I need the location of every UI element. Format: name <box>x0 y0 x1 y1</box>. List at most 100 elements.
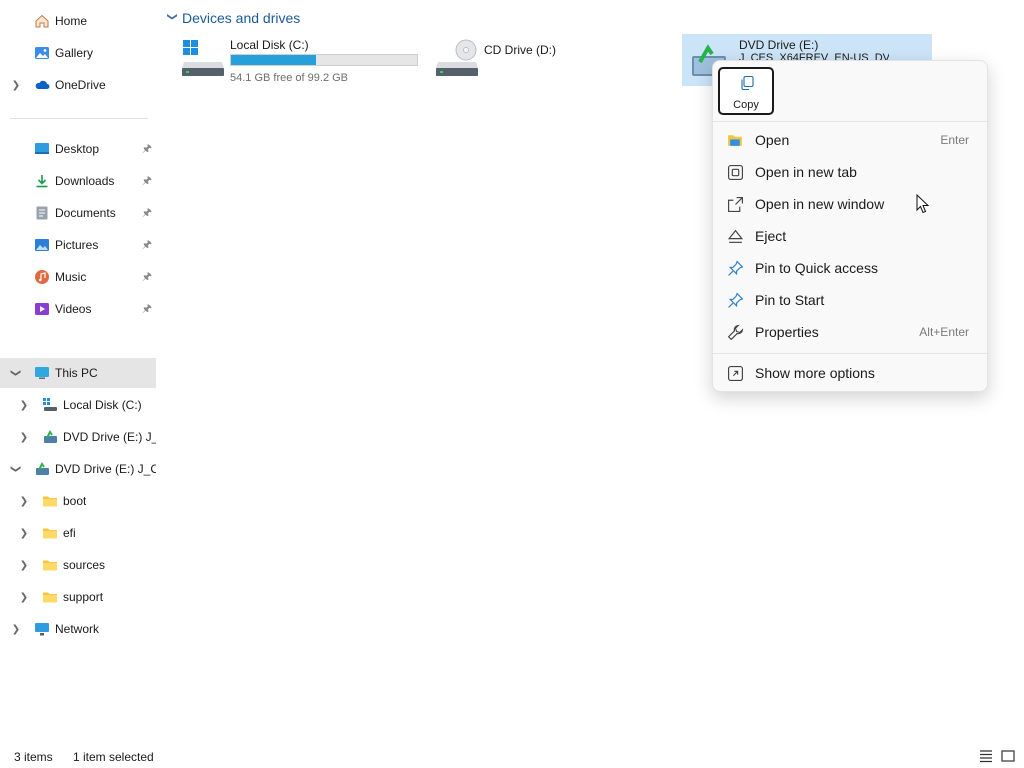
chevron-right-icon[interactable]: ❯ <box>11 624 21 635</box>
chevron-right-icon[interactable]: ❯ <box>19 592 29 603</box>
pin-icon <box>728 260 744 276</box>
wrench-icon <box>727 324 744 341</box>
menu-item-open-new-tab[interactable]: Open in new tab <box>717 157 983 187</box>
nav-folder-sources[interactable]: ❯ sources <box>0 550 156 580</box>
menu-item-shortcut: Alt+Enter <box>919 325 969 339</box>
desktop-icon <box>35 143 49 154</box>
nav-pictures-label: Pictures <box>55 238 99 252</box>
menu-item-label: Open in new window <box>755 196 885 212</box>
menu-item-label: Show more options <box>755 365 875 381</box>
nav-folder-support[interactable]: ❯ support <box>0 582 156 612</box>
pin-icon[interactable]: 🖈 <box>141 143 153 155</box>
pin-icon[interactable]: 🖈 <box>141 175 153 187</box>
nav-this-pc[interactable]: ❯ This PC <box>0 358 156 388</box>
section-title: Devices and drives <box>182 10 301 26</box>
menu-item-shortcut: Enter <box>940 133 969 147</box>
chevron-down-icon[interactable]: ❯ <box>11 464 22 474</box>
nav-folder-label: boot <box>63 494 87 508</box>
chevron-right-icon[interactable]: ❯ <box>19 432 29 443</box>
nav-dvd-drive-child[interactable]: ❯ DVD Drive (E:) J_C <box>0 422 156 452</box>
nav-dvd-drive-root-label: DVD Drive (E:) J_CE <box>55 462 156 476</box>
copy-icon <box>741 75 754 91</box>
drive-tile-d[interactable]: CD Drive (D:) <box>430 32 680 84</box>
folder-open-icon <box>728 135 742 146</box>
nav-home[interactable]: Home <box>0 6 156 36</box>
nav-folder-efi[interactable]: ❯ efi <box>0 518 156 548</box>
nav-videos-label: Videos <box>55 302 92 316</box>
menu-item-eject[interactable]: Eject <box>717 221 983 251</box>
context-menu: Copy Open Enter Open in new tab Open in … <box>712 60 988 392</box>
copy-button[interactable]: Copy <box>718 67 774 115</box>
nav-local-disk-c[interactable]: ❯ Local Disk (C:) <box>0 390 156 420</box>
pin-icon[interactable]: 🖈 <box>141 207 153 219</box>
chevron-right-icon[interactable]: ❯ <box>19 528 29 539</box>
menu-item-label: Properties <box>755 324 819 340</box>
pin-icon[interactable]: 🖈 <box>141 271 153 283</box>
chevron-right-icon[interactable]: ❯ <box>19 400 29 411</box>
chevron-right-icon[interactable]: ❯ <box>19 560 29 571</box>
nav-documents[interactable]: Documents 🖈 <box>0 198 156 228</box>
drive-usage-fill <box>231 55 316 65</box>
folder-icon <box>43 592 57 603</box>
menu-item-show-more-options[interactable]: Show more options <box>717 358 983 388</box>
nav-desktop[interactable]: Desktop 🖈 <box>0 134 156 164</box>
menu-item-label: Open in new tab <box>755 164 857 180</box>
nav-pictures[interactable]: Pictures 🖈 <box>0 230 156 260</box>
nav-local-disk-label: Local Disk (C:) <box>63 398 142 412</box>
nav-onedrive[interactable]: ❯ OneDrive <box>0 70 156 100</box>
nav-music[interactable]: Music 🖈 <box>0 262 156 292</box>
pin-icon[interactable]: 🖈 <box>141 239 153 251</box>
nav-videos[interactable]: Videos 🖈 <box>0 294 156 324</box>
menu-item-label: Pin to Start <box>755 292 825 308</box>
drive-name: DVD Drive (E:) <box>739 38 819 52</box>
section-header[interactable]: ❯ Devices and drives <box>166 10 301 26</box>
drive-free-space: 54.1 GB free of 99.2 GB <box>230 72 349 84</box>
menu-item-pin-quick-access[interactable]: Pin to Quick access <box>717 253 983 283</box>
nav-downloads[interactable]: Downloads 🖈 <box>0 166 156 196</box>
new-tab-icon <box>728 165 743 180</box>
nav-gallery[interactable]: Gallery <box>0 38 156 68</box>
chevron-down-icon[interactable]: ❯ <box>11 368 22 378</box>
drive-tile-c[interactable]: Local Disk (C:) 54.1 GB free of 99.2 GB <box>176 32 426 84</box>
menu-item-pin-start[interactable]: Pin to Start <box>717 285 983 315</box>
menu-item-properties[interactable]: Properties Alt+Enter <box>717 317 983 347</box>
nav-network[interactable]: ❯ Network <box>0 614 156 644</box>
mouse-cursor-icon <box>916 194 930 214</box>
nav-network-label: Network <box>55 622 100 636</box>
menu-item-label: Open <box>755 132 790 148</box>
drive-name: CD Drive (D:) <box>484 43 556 57</box>
drive-icon <box>182 40 224 76</box>
music-icon <box>35 270 49 284</box>
details-view-icon[interactable] <box>978 748 994 764</box>
menu-item-open[interactable]: Open Enter <box>717 125 983 155</box>
nav-folder-label: efi <box>63 526 76 540</box>
menu-item-open-new-window[interactable]: Open in new window <box>717 189 983 219</box>
nav-dvd-drive-child-label: DVD Drive (E:) J_C <box>63 430 156 444</box>
nav-folder-boot[interactable]: ❯ boot <box>0 486 156 516</box>
drive-icon <box>43 398 57 411</box>
chevron-down-icon[interactable]: ❯ <box>167 12 178 24</box>
nav-this-pc-label: This PC <box>55 366 98 380</box>
cloud-icon <box>35 80 50 89</box>
videos-icon <box>35 303 49 315</box>
nav-dvd-drive-root[interactable]: ❯ DVD Drive (E:) J_CE <box>0 454 157 484</box>
sidebar-divider <box>10 118 148 119</box>
status-selection-count: 1 item selected <box>73 750 154 764</box>
status-item-count: 3 items <box>14 750 53 764</box>
show-more-icon <box>728 366 743 381</box>
nav-music-label: Music <box>55 270 87 284</box>
tiles-view-icon[interactable] <box>1000 748 1016 764</box>
dvd-drive-icon <box>44 430 57 443</box>
download-icon <box>36 175 48 188</box>
menu-item-label: Eject <box>755 228 787 244</box>
drive-name: Local Disk (C:) <box>230 38 309 52</box>
document-icon <box>36 206 48 220</box>
chevron-right-icon[interactable]: ❯ <box>19 496 29 507</box>
pin-icon <box>728 292 744 308</box>
nav-downloads-label: Downloads <box>55 174 115 188</box>
pictures-icon <box>35 239 49 251</box>
chevron-right-icon[interactable]: ❯ <box>11 80 21 91</box>
pin-icon[interactable]: 🖈 <box>141 303 153 315</box>
eject-icon <box>727 229 744 243</box>
home-icon <box>35 14 49 28</box>
